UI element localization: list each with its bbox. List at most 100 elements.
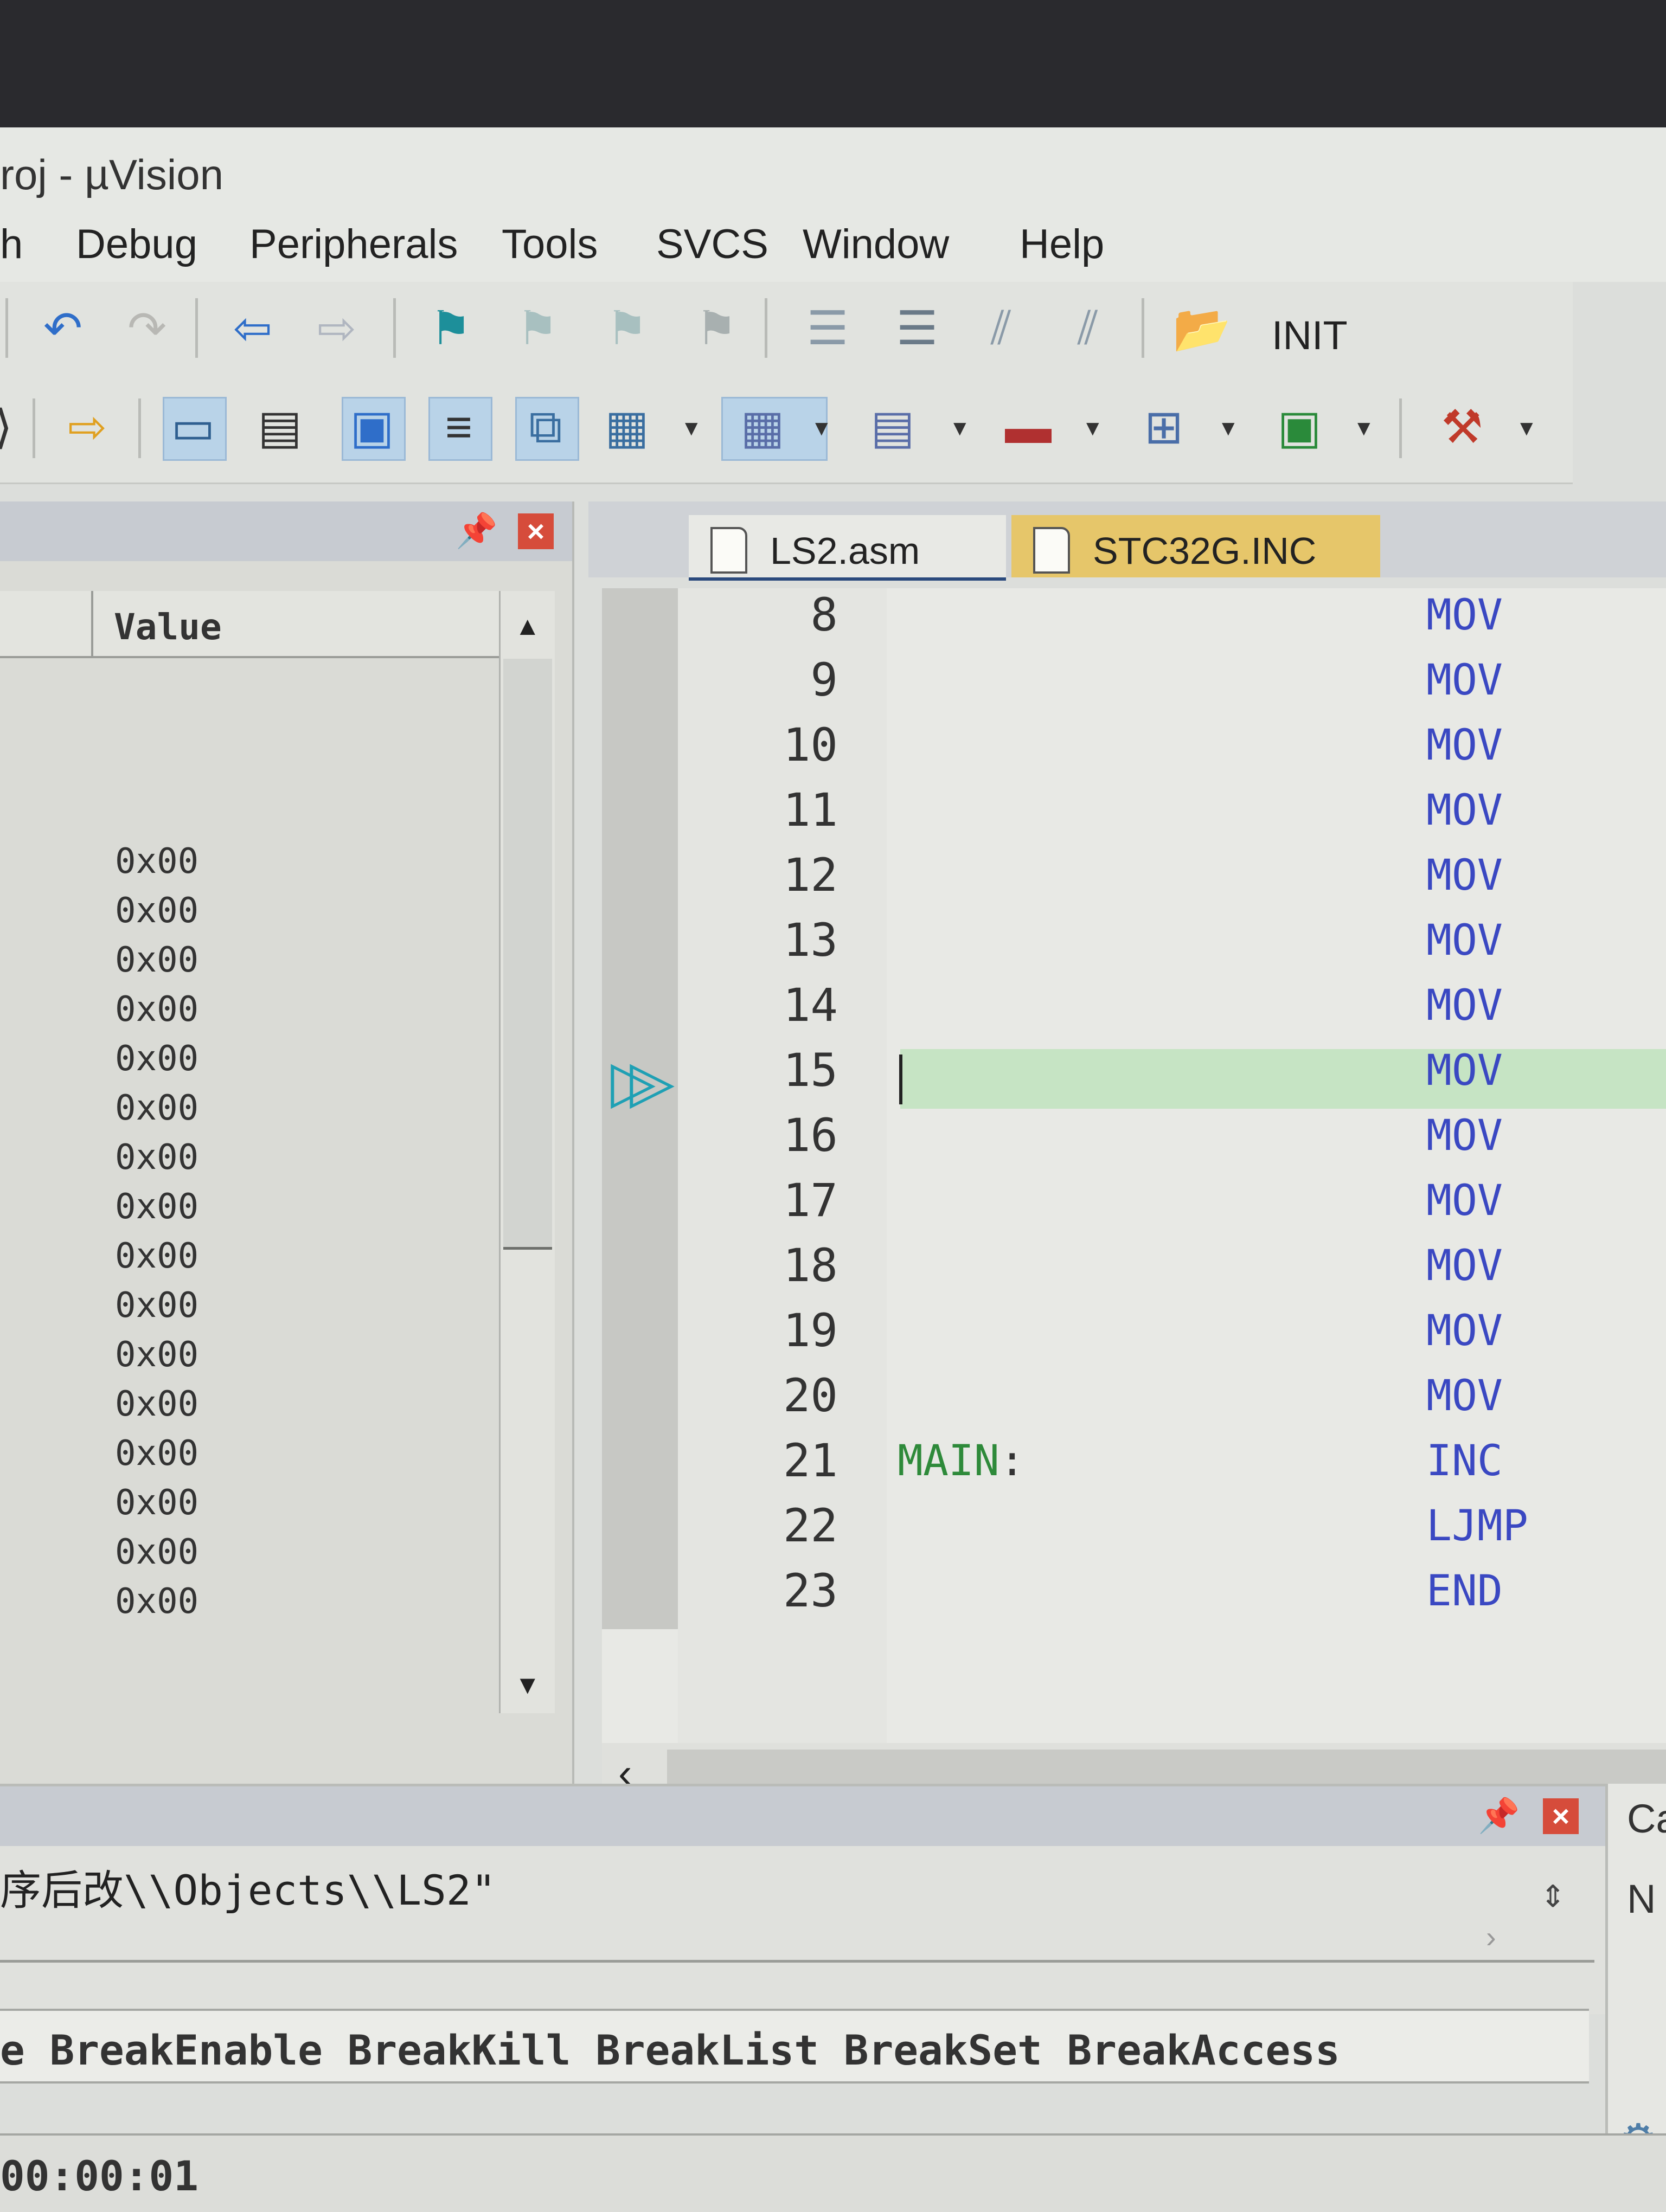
list-item[interactable]: 0x00 — [115, 1285, 198, 1326]
column-divider[interactable] — [91, 591, 93, 656]
indent-icon[interactable]: ☰ — [803, 303, 853, 355]
list-item[interactable]: 0x00 — [115, 1483, 198, 1523]
menu-item-search[interactable]: h — [0, 221, 23, 268]
code-label-text: MAIN — [898, 1437, 999, 1486]
toolbar-separator — [5, 298, 8, 358]
menu-item-help[interactable]: Help — [1020, 221, 1104, 268]
status-bar: 00:00:01 — [0, 2133, 1666, 2212]
code-instruction: MOV — [1426, 1307, 1503, 1355]
text-caret — [899, 1054, 902, 1104]
menu-item-peripherals[interactable]: Peripherals — [249, 221, 458, 268]
watch-windows-icon[interactable]: ▦ — [602, 401, 652, 453]
chevron-down-icon[interactable]: ▼ — [681, 416, 702, 441]
trace-window-icon[interactable]: ⊞ — [1139, 401, 1189, 453]
line-number: 21 — [783, 1434, 838, 1487]
list-item[interactable]: 0x00 — [115, 1236, 198, 1276]
list-item[interactable]: 0x00 — [115, 1581, 198, 1622]
pin-icon[interactable]: 📌 — [456, 515, 497, 548]
list-item[interactable]: 0x00 — [115, 940, 198, 980]
line-number: 12 — [783, 848, 838, 902]
scroll-thumb[interactable] — [503, 659, 552, 1250]
code-instruction: MOV — [1426, 1111, 1503, 1160]
list-item[interactable]: 0x00 — [115, 1137, 198, 1178]
serial-window-icon[interactable]: ▤ — [868, 401, 918, 453]
list-item[interactable]: 0x00 — [115, 1187, 198, 1227]
breakpoint-gutter[interactable]: ▷▷ — [602, 588, 678, 1629]
list-item[interactable]: 0x00 — [115, 1532, 198, 1572]
menu-item-debug[interactable]: Debug — [76, 221, 197, 268]
watch-vertical-scrollbar[interactable]: ▲ ▼ — [499, 591, 555, 1713]
line-number: 15 — [783, 1044, 838, 1097]
tab-label: STC32G.INC — [1093, 530, 1317, 572]
scroll-up-icon[interactable]: ▲ — [515, 612, 541, 641]
line-number: 17 — [783, 1174, 838, 1227]
bookmark-prev-icon[interactable]: ⚑ — [512, 303, 562, 355]
toolbar-separator — [765, 298, 767, 358]
bookmark-toggle-icon[interactable]: ⚑ — [426, 303, 476, 355]
chevron-down-icon[interactable]: ▼ — [949, 416, 971, 441]
chevron-down-icon[interactable]: ▼ — [1082, 416, 1104, 441]
list-item[interactable]: 0x00 — [115, 1088, 198, 1128]
code-instruction: END — [1426, 1567, 1503, 1616]
line-number: 19 — [783, 1304, 838, 1357]
edit-toolbar: ↶ ↷ ⇦ ⇨ ⚑ ⚑ ⚑ ⚑ ☰ ☰ ⫽ ⫽ 📂 INIT — [0, 282, 1573, 376]
bookmark-clear-icon[interactable]: ⚑ — [691, 303, 741, 355]
tab-ls2-asm[interactable]: LS2.asm — [689, 515, 1006, 581]
analysis-window-icon[interactable]: ▬ — [1003, 401, 1053, 453]
toolbar-separator — [1142, 298, 1144, 358]
menu-item-window[interactable]: Window — [803, 221, 949, 268]
disassembly-window-icon[interactable]: ▤ — [255, 401, 305, 453]
init-label[interactable]: INIT — [1272, 312, 1348, 358]
toolbox-icon[interactable]: ⚒ — [1437, 401, 1487, 453]
undo-icon[interactable]: ↶ — [38, 303, 88, 355]
list-item[interactable]: 0x00 — [115, 1433, 198, 1474]
current-instruction-arrow-icon: ▷▷ — [611, 1049, 675, 1114]
system-viewer-icon[interactable]: ▣ — [1274, 401, 1324, 453]
title-bar: roj - µVision — [0, 127, 1666, 209]
navigate-forward-icon[interactable]: ⇨ — [312, 303, 362, 355]
memory-window-icon: ▦ — [740, 401, 785, 453]
list-item[interactable]: 0x00 — [115, 1335, 198, 1375]
close-icon[interactable]: × — [1543, 1798, 1579, 1834]
code-instruction: MOV — [1426, 591, 1503, 640]
label-colon: : — [999, 1437, 1025, 1486]
toolbar-separator — [138, 398, 141, 458]
right-panel-label: N — [1627, 1876, 1656, 1921]
list-item[interactable]: 0x00 — [115, 891, 198, 931]
code-instruction: MOV — [1426, 721, 1503, 770]
bookmark-next-icon[interactable]: ⚑ — [602, 303, 652, 355]
chevron-down-icon[interactable]: ▼ — [1516, 416, 1537, 441]
list-item[interactable]: 0x00 — [115, 1039, 198, 1079]
chevron-down-icon[interactable]: ▼ — [1218, 416, 1239, 441]
line-number: 23 — [783, 1564, 838, 1617]
chevron-down-icon[interactable]: ▼ — [1353, 416, 1375, 441]
code-editor[interactable]: ▷▷ 8 9 10 11 12 13 14 15 16 17 18 19 20 … — [602, 588, 1666, 1803]
step-icon[interactable]: ⟩ — [0, 401, 28, 453]
list-item[interactable]: 0x00 — [115, 989, 198, 1030]
pin-icon[interactable]: 📌 — [1478, 1799, 1520, 1833]
command-hint-bar[interactable]: e BreakEnable BreakKill BreakList BreakS… — [0, 2009, 1589, 2084]
list-item[interactable]: 0x00 — [115, 841, 198, 882]
uncomment-icon[interactable]: ⫽ — [1063, 302, 1113, 354]
unindent-icon[interactable]: ☰ — [892, 303, 942, 355]
tab-stc32g-inc[interactable]: STC32G.INC — [1011, 515, 1380, 577]
menu-item-tools[interactable]: Tools — [502, 221, 598, 268]
watch-panel: 📌 × Value ▲ ▼ 0x00 0x00 0x00 0x00 0x00 0… — [0, 501, 574, 1784]
close-icon[interactable]: × — [518, 513, 554, 549]
navigate-back-icon[interactable]: ⇦ — [228, 303, 278, 355]
call-stack-window-icon: ⧉ — [529, 400, 562, 453]
editor-tab-strip: LS2.asm STC32G.INC — [588, 501, 1666, 581]
redo-icon[interactable]: ↷ — [122, 303, 172, 355]
list-item[interactable]: 0x00 — [115, 1384, 198, 1424]
comment-icon[interactable]: ⫽ — [976, 302, 1026, 354]
open-folder-icon[interactable]: 📂 — [1172, 303, 1231, 355]
chevron-down-icon[interactable]: ▼ — [811, 416, 832, 441]
code-instruction: MOV — [1426, 656, 1503, 705]
show-next-statement-icon[interactable]: ⇨ — [62, 401, 112, 453]
value-column-header[interactable]: Value — [0, 591, 499, 658]
menu-item-svcs[interactable]: SVCS — [656, 221, 768, 268]
uvision-window: roj - µVision h Debug Peripherals Tools … — [0, 127, 1666, 2212]
scroll-updown-icon[interactable]: ⇕ — [1540, 1879, 1566, 1914]
scroll-right-icon[interactable]: › — [1486, 1919, 1496, 1954]
scroll-down-icon[interactable]: ▼ — [515, 1670, 541, 1700]
